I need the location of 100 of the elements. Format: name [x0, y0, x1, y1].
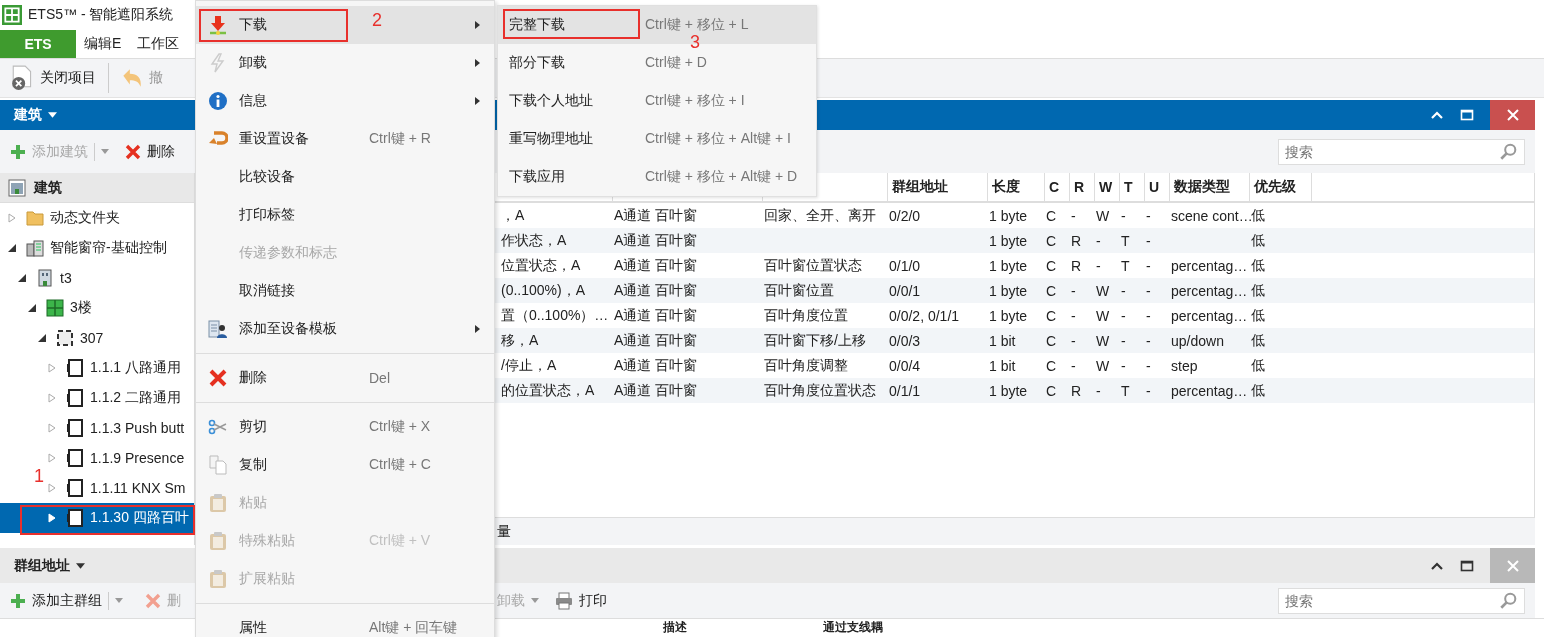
tree-item[interactable]: 1.1.2 二路通用: [48, 383, 182, 413]
toolbar-button[interactable]: 添加主群组: [10, 587, 123, 614]
clipboard-icon: [207, 493, 228, 513]
tree-item[interactable]: 1.1.30 四路百叶: [0, 503, 194, 533]
menu-item[interactable]: 卸载: [196, 44, 494, 82]
column-header[interactable]: R: [1074, 179, 1085, 195]
column-header[interactable]: 描述: [663, 619, 823, 635]
table-cell: C: [1046, 332, 1057, 349]
table-cell: C: [1046, 257, 1057, 274]
room-icon: [56, 329, 74, 347]
table-cell: 0/0/3: [889, 332, 921, 349]
table-cell: 低: [1251, 256, 1265, 275]
column-header[interactable]: 长度: [992, 178, 1020, 196]
tree-item[interactable]: 1.1.3 Push butt: [48, 413, 185, 443]
table-cell: step: [1171, 357, 1198, 374]
table-cell: C: [1046, 382, 1057, 399]
menu-item[interactable]: 打印标签: [196, 196, 494, 234]
panel-title-button[interactable]: 群组地址: [0, 548, 99, 583]
column-header[interactable]: 通过支线耦: [823, 619, 883, 635]
plus-icon: [10, 143, 26, 160]
scissors-icon: [207, 417, 228, 437]
table-cell: A通道 百叶窗: [614, 356, 698, 375]
table-cell: W: [1096, 357, 1110, 374]
table-cell: 0/0/2, 0/1/1: [889, 307, 960, 324]
tree-item[interactable]: 1.1.1 八路通用: [48, 353, 182, 383]
table-cell: -: [1121, 307, 1126, 324]
template-icon: [207, 319, 228, 339]
tree-item[interactable]: 智能窗帘-基础控制: [8, 233, 167, 263]
device-icon: [66, 509, 84, 527]
toolbar-button[interactable]: 关闭项目: [10, 61, 102, 95]
table-cell: 低: [1251, 281, 1265, 300]
collapse-arrow-icon[interactable]: [18, 273, 26, 283]
maximize-icon[interactable]: [1460, 558, 1474, 573]
table-cell: 1 byte: [989, 207, 1028, 224]
device-icon: [66, 449, 84, 467]
table-cell: ，A: [501, 206, 525, 225]
collapse-arrow-icon[interactable]: [38, 333, 46, 343]
table-cell: -: [1121, 207, 1126, 224]
column-header[interactable]: 优先级: [1254, 178, 1296, 196]
table-cell: -: [1096, 382, 1101, 399]
menu-item[interactable]: 下载个人地址 Ctrl键 + 移位 + I: [498, 82, 816, 120]
tree-item[interactable]: 动态文件夹: [8, 203, 120, 233]
table-cell: -: [1146, 307, 1151, 324]
table-cell: 回家、全开、离开: [764, 206, 876, 225]
table-cell: -: [1071, 282, 1076, 299]
maximize-icon[interactable]: [1460, 108, 1474, 122]
table-cell: A通道 百叶窗: [614, 281, 698, 300]
menu-item[interactable]: 信息: [196, 82, 494, 120]
table-cell: percentag…: [1171, 307, 1248, 324]
menu-tab[interactable]: ETS: [0, 30, 76, 58]
toolbar-button[interactable]: 打印: [555, 587, 607, 614]
search-field[interactable]: 搜索: [1278, 138, 1525, 165]
menu-tab[interactable]: 工作区: [129, 30, 188, 58]
table-cell: 1 byte: [989, 307, 1028, 324]
menu-item[interactable]: 下载应用 Ctrl键 + 移位 + Alt键 + D: [498, 158, 816, 196]
panel-tab[interactable]: 量: [497, 518, 523, 545]
table-cell: 百叶窗下移/上移: [764, 331, 866, 350]
table-cell: W: [1096, 207, 1110, 224]
printer-icon: [555, 591, 573, 610]
menu-item[interactable]: 添加至设备模板: [196, 310, 494, 348]
table-cell: 的位置状态，A: [501, 381, 595, 400]
menu-item[interactable]: 复制 Ctrl键 + C: [196, 446, 494, 484]
column-header[interactable]: 数据类型: [1174, 178, 1230, 196]
search-field[interactable]: 搜索: [1278, 587, 1525, 614]
tree-item[interactable]: 1.1.11 KNX Sm: [48, 473, 186, 503]
copy-icon: [207, 455, 228, 475]
table-cell: 0/0/1: [889, 282, 921, 299]
search-icon: [1499, 591, 1517, 610]
column-header[interactable]: U: [1149, 179, 1160, 195]
tree-item[interactable]: 3楼: [28, 293, 92, 323]
table-cell: -: [1071, 307, 1076, 324]
menu-item[interactable]: 重设置设备 Ctrl键 + R: [196, 120, 494, 158]
tree-item[interactable]: 1.1.9 Presence: [48, 443, 185, 473]
column-header[interactable]: 群组地址: [892, 178, 948, 196]
toolbar-button[interactable]: 删除: [125, 138, 175, 165]
table-cell: T: [1121, 257, 1130, 274]
menu-item[interactable]: 比较设备: [196, 158, 494, 196]
menu-item[interactable]: 剪切 Ctrl键 + X: [196, 408, 494, 446]
search-icon: [1499, 142, 1517, 161]
column-header[interactable]: C: [1049, 179, 1060, 195]
column-header[interactable]: T: [1124, 179, 1133, 195]
tree-item[interactable]: t3: [18, 263, 72, 293]
collapse-arrow-icon[interactable]: [28, 303, 36, 313]
collapse-arrow-icon[interactable]: [8, 243, 16, 253]
dropdown-caret-icon[interactable]: [115, 598, 123, 603]
close-button[interactable]: [1490, 100, 1535, 130]
menu-item[interactable]: 取消链接: [196, 272, 494, 310]
table-cell: R: [1071, 382, 1082, 399]
menu-item[interactable]: 删除 Del: [196, 359, 494, 397]
column-header[interactable]: W: [1099, 179, 1113, 195]
panel-title-button[interactable]: 建筑: [0, 100, 71, 130]
menu-item[interactable]: 属性 Alt键 + 回车键: [196, 609, 494, 637]
window-title: ETS5™ - 智能遮阳系统: [28, 6, 174, 24]
tree-item[interactable]: 307: [38, 323, 104, 353]
menu-item[interactable]: 重写物理地址 Ctrl键 + 移位 + Alt键 + I: [498, 120, 816, 158]
table-cell: 百叶角度位置: [764, 306, 848, 325]
table-cell: -: [1096, 232, 1101, 249]
menu-tab[interactable]: 编辑E: [76, 30, 130, 58]
table-cell: -: [1096, 257, 1101, 274]
table-cell: 低: [1251, 356, 1265, 375]
